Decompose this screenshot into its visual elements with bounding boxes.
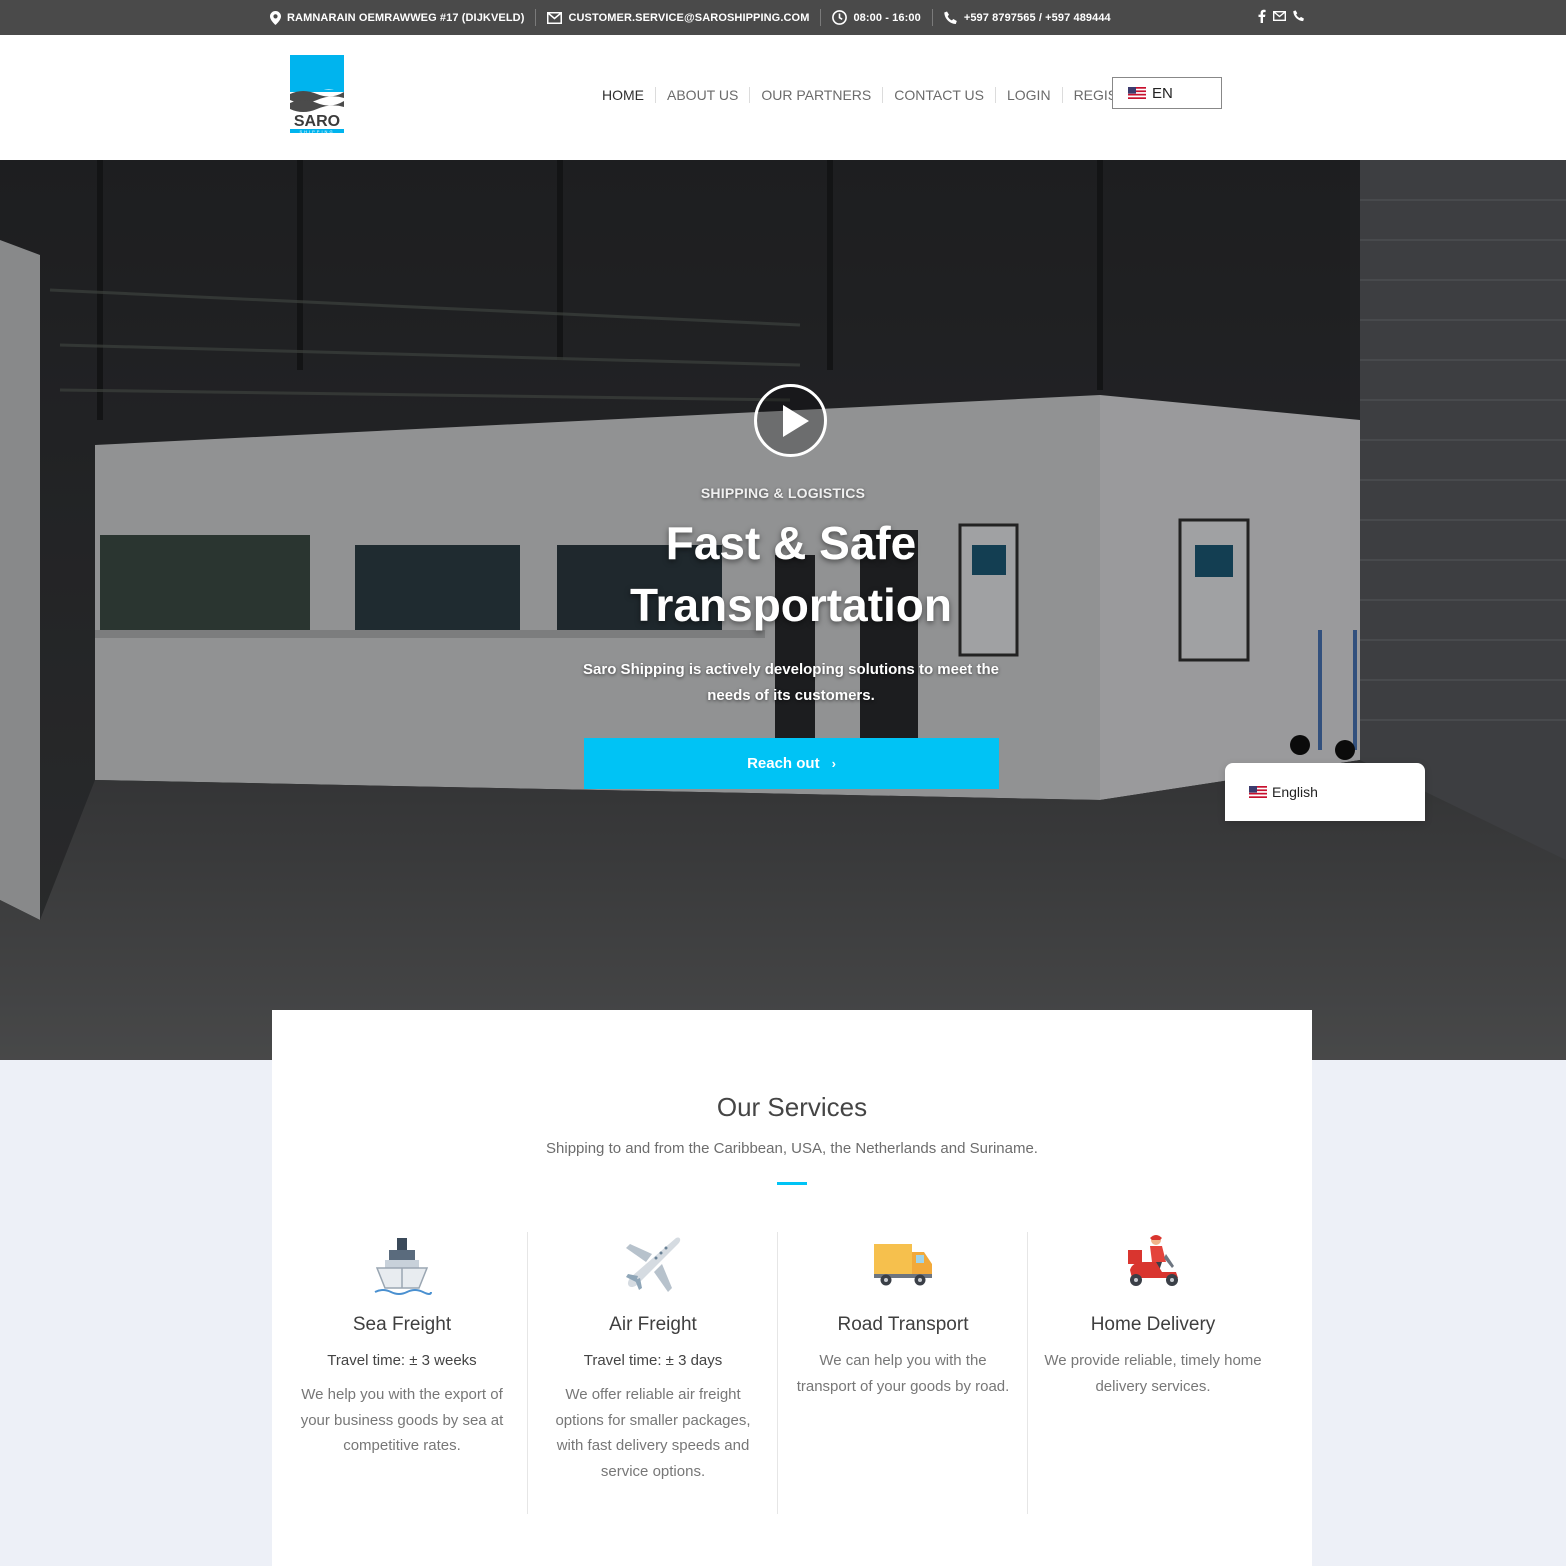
service-description: We help you with the export of your busi… [300,1386,504,1455]
service-travel-time: Travel time: ± 3 days [583,1352,723,1369]
logo-text: SARO [294,113,340,130]
facebook-icon[interactable] [1257,9,1266,23]
us-flag-icon [1249,786,1267,798]
phone-item[interactable]: +597 8797565 / +597 489444 [944,11,1111,25]
hours-text: 08:00 - 16:00 [853,11,921,24]
nav-home[interactable]: HOME [591,87,655,103]
contact-info: RAMNARAIN OEMRAWWEG #17 (DIJKVELD) CUSTO… [270,0,1111,35]
service-card-air-freight: Air Freight Travel time: ± 3 days We off… [527,1232,777,1514]
phone-link[interactable]: +597 8797565 / +597 489444 [964,12,1111,24]
services-title: Our Services [716,1092,868,1122]
map-pin-icon [270,10,281,25]
reach-out-button[interactable]: Reach out › [584,738,999,789]
main-nav: HOME ABOUT US OUR PARTNERS CONTACT US LO… [591,87,1156,103]
delivery-scooter-icon [1128,1235,1178,1286]
service-title: Road Transport [837,1314,969,1335]
service-description: We provide reliable, timely home deliver… [1044,1352,1262,1395]
hero-eyebrow: SHIPPING & LOGISTICS [700,485,866,501]
language-selector[interactable]: EN [1112,77,1222,109]
email-link[interactable]: CUSTOMER.SERVICE@SAROSHIPPING.COM [568,12,809,24]
airplane-icon [626,1237,681,1292]
logo-subtext: SHIPPING [299,129,334,134]
phone-icon[interactable] [1293,10,1305,22]
clock-icon [832,10,848,25]
service-description: We offer reliable air freight options fo… [555,1386,751,1481]
language-name: English [1272,784,1318,800]
hours-item: 08:00 - 16:00 [832,10,921,25]
service-title: Air Freight [609,1314,697,1335]
language-switcher-popup[interactable]: English [1225,763,1425,821]
service-card-road-transport: Road Transport We can help you with the … [777,1232,1027,1514]
reach-out-label: Reach out [747,755,820,772]
hero-lead: Saro Shipping is actively developing sol… [583,661,999,704]
saro-shipping-logo[interactable]: SARO SHIPPING [289,54,345,146]
service-title: Home Delivery [1090,1314,1216,1335]
service-title: Sea Freight [352,1314,452,1335]
service-travel-time: Travel time: ± 3 weeks [327,1352,477,1369]
accent-divider [777,1182,807,1185]
divider [820,9,822,26]
nav-contact-us[interactable]: CONTACT US [883,87,995,103]
site-header: SARO SHIPPING HOME ABOUT US OUR PARTNERS… [0,35,1566,160]
address-item: RAMNARAIN OEMRAWWEG #17 (DIJKVELD) [270,10,525,25]
hero-section: SHIPPING & LOGISTICS Fast & Safe Transpo… [0,160,1566,1060]
truck-icon [874,1244,932,1286]
us-flag-icon [1128,87,1146,99]
nav-about-us[interactable]: ABOUT US [656,87,749,103]
hero-title: Fast & Safe Transportation [629,517,953,631]
email-item[interactable]: CUSTOMER.SERVICE@SAROSHIPPING.COM [547,11,809,24]
chevron-right-icon: › [831,756,836,771]
play-video-button[interactable] [754,384,827,457]
envelope-icon [547,11,563,24]
phone-icon [944,11,957,24]
service-card-sea-freight: Sea Freight Travel time: ± 3 weeks We he… [277,1232,527,1514]
service-description: We can help you with the transport of yo… [796,1352,1010,1395]
ship-icon [374,1238,432,1295]
social-links [1257,9,1305,23]
envelope-icon[interactable] [1273,11,1286,21]
services-section: Our Services Shipping to and from the Ca… [272,1010,1312,1566]
divider [931,9,933,26]
address-text: RAMNARAIN OEMRAWWEG #17 (DIJKVELD) [287,11,525,24]
divider [535,9,537,26]
services-subtitle: Shipping to and from the Caribbean, USA,… [546,1140,1038,1157]
top-bar: RAMNARAIN OEMRAWWEG #17 (DIJKVELD) CUSTO… [0,0,1566,35]
nav-our-partners[interactable]: OUR PARTNERS [750,87,882,103]
nav-login[interactable]: LOGIN [996,87,1062,103]
service-card-home-delivery: Home Delivery We provide reliable, timel… [1027,1232,1277,1514]
language-code: EN [1152,84,1173,102]
